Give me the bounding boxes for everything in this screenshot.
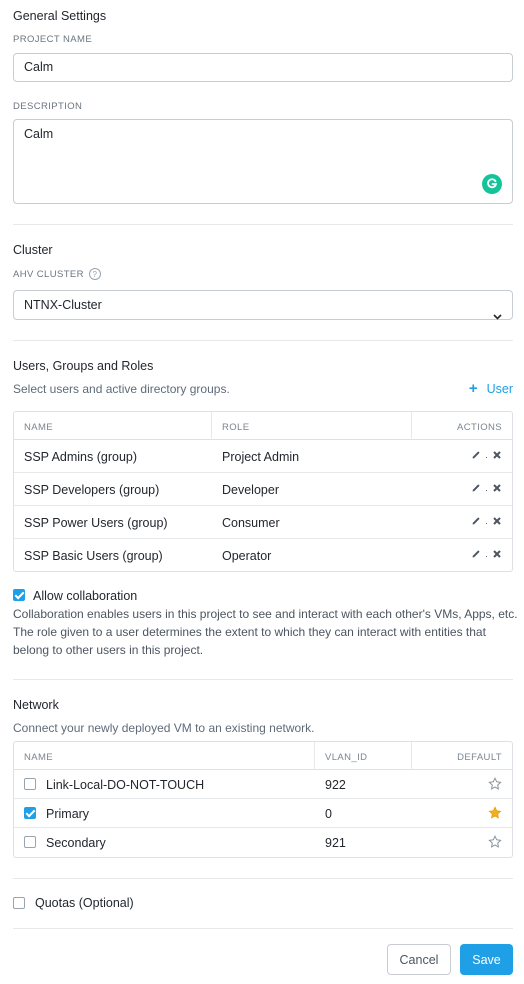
table-row: Primary 0: [14, 799, 512, 828]
collaboration-description: Collaboration enables users in this proj…: [13, 607, 518, 657]
description-text: Calm: [24, 127, 54, 141]
grammarly-icon[interactable]: [482, 174, 502, 194]
delete-icon[interactable]: [492, 450, 502, 463]
table-row: SSP Developers (group) Developer ·: [14, 473, 512, 506]
divider: [13, 679, 513, 680]
users-subtitle: Select users and active directory groups…: [13, 382, 230, 396]
general-settings-title: General Settings: [13, 9, 107, 23]
users-title: Users, Groups and Roles: [13, 359, 154, 373]
users-table-header: NAME ROLE ACTIONS: [14, 412, 512, 440]
chevron-down-icon: [493, 302, 502, 330]
network-table: NAME VLAN_ID DEFAULT Link-Local-DO-NOT-T…: [13, 741, 513, 858]
user-role: Project Admin: [222, 450, 300, 464]
column-separator: [314, 742, 315, 770]
description-label: DESCRIPTION: [13, 101, 83, 112]
pencil-icon[interactable]: [471, 483, 481, 496]
add-user-label: User: [486, 382, 513, 396]
column-header-name: NAME: [24, 752, 54, 763]
network-vlan: 922: [325, 778, 346, 792]
row-actions: ·: [471, 450, 502, 463]
column-header-role: ROLE: [222, 422, 250, 433]
add-user-button[interactable]: + User: [468, 380, 513, 397]
pencil-icon[interactable]: [471, 450, 481, 463]
divider: [13, 928, 513, 929]
delete-icon[interactable]: [492, 483, 502, 496]
table-row: SSP Power Users (group) Consumer ·: [14, 506, 512, 539]
network-checkbox[interactable]: [24, 836, 36, 848]
star-outline-icon[interactable]: [488, 835, 502, 852]
save-button[interactable]: Save: [460, 944, 513, 975]
user-name: SSP Admins (group): [24, 450, 138, 464]
separator-dot: ·: [485, 517, 488, 528]
network-vlan: 0: [325, 807, 332, 821]
user-role: Developer: [222, 483, 279, 497]
separator-dot: ·: [485, 550, 488, 561]
row-actions: ·: [471, 516, 502, 529]
user-name: SSP Basic Users (group): [24, 549, 163, 563]
table-row: SSP Admins (group) Project Admin ·: [14, 440, 512, 473]
star-filled-icon[interactable]: [488, 806, 502, 823]
users-table: NAME ROLE ACTIONS SSP Admins (group) Pro…: [13, 411, 513, 572]
network-name: Link-Local-DO-NOT-TOUCH: [46, 778, 205, 792]
quotas-label[interactable]: Quotas (Optional): [35, 896, 134, 910]
network-vlan: 921: [325, 836, 346, 850]
divider: [13, 878, 513, 879]
network-subtitle: Connect your newly deployed VM to an exi…: [13, 721, 315, 735]
row-actions: ·: [471, 549, 502, 562]
cancel-button[interactable]: Cancel: [387, 944, 451, 975]
cluster-title: Cluster: [13, 243, 53, 257]
column-header-default: DEFAULT: [457, 752, 502, 763]
table-row: Secondary 921: [14, 828, 512, 857]
user-role: Consumer: [222, 516, 280, 530]
separator-dot: ·: [485, 451, 488, 462]
cluster-select[interactable]: NTNX-Cluster: [13, 290, 513, 320]
pencil-icon[interactable]: [471, 549, 481, 562]
column-separator: [411, 412, 412, 440]
network-checkbox[interactable]: [24, 807, 36, 819]
cluster-select-value: NTNX-Cluster: [24, 298, 102, 312]
separator-dot: ·: [485, 484, 488, 495]
ahv-cluster-label: AHV CLUSTER: [13, 268, 84, 280]
project-name-label: PROJECT NAME: [13, 34, 93, 45]
row-actions: ·: [471, 483, 502, 496]
network-name: Secondary: [46, 836, 106, 850]
network-table-header: NAME VLAN_ID DEFAULT: [14, 742, 512, 770]
column-separator: [211, 412, 212, 440]
user-role: Operator: [222, 549, 272, 563]
plus-icon: +: [468, 380, 478, 397]
network-name: Primary: [46, 807, 90, 821]
user-name: SSP Power Users (group): [24, 516, 168, 530]
allow-collaboration-label[interactable]: Allow collaboration: [33, 589, 137, 603]
ahv-cluster-label-row: AHV CLUSTER ?: [13, 268, 101, 280]
help-icon[interactable]: ?: [88, 268, 101, 280]
column-header-actions: ACTIONS: [456, 422, 502, 433]
table-row: SSP Basic Users (group) Operator ·: [14, 539, 512, 572]
project-name-input[interactable]: Calm: [13, 53, 513, 82]
user-name: SSP Developers (group): [24, 483, 160, 497]
column-separator: [411, 742, 412, 770]
allow-collaboration-checkbox[interactable]: [13, 589, 25, 601]
network-checkbox[interactable]: [24, 778, 36, 790]
divider: [13, 340, 513, 341]
delete-icon[interactable]: [492, 549, 502, 562]
column-header-name: NAME: [24, 422, 54, 433]
quotas-checkbox[interactable]: [13, 897, 25, 909]
divider: [13, 224, 513, 225]
table-row: Link-Local-DO-NOT-TOUCH 922: [14, 770, 512, 799]
description-textarea[interactable]: Calm: [13, 119, 513, 204]
column-header-vlan: VLAN_ID: [325, 752, 368, 763]
star-outline-icon[interactable]: [488, 777, 502, 794]
network-title: Network: [13, 698, 59, 712]
delete-icon[interactable]: [492, 516, 502, 529]
pencil-icon[interactable]: [471, 516, 481, 529]
